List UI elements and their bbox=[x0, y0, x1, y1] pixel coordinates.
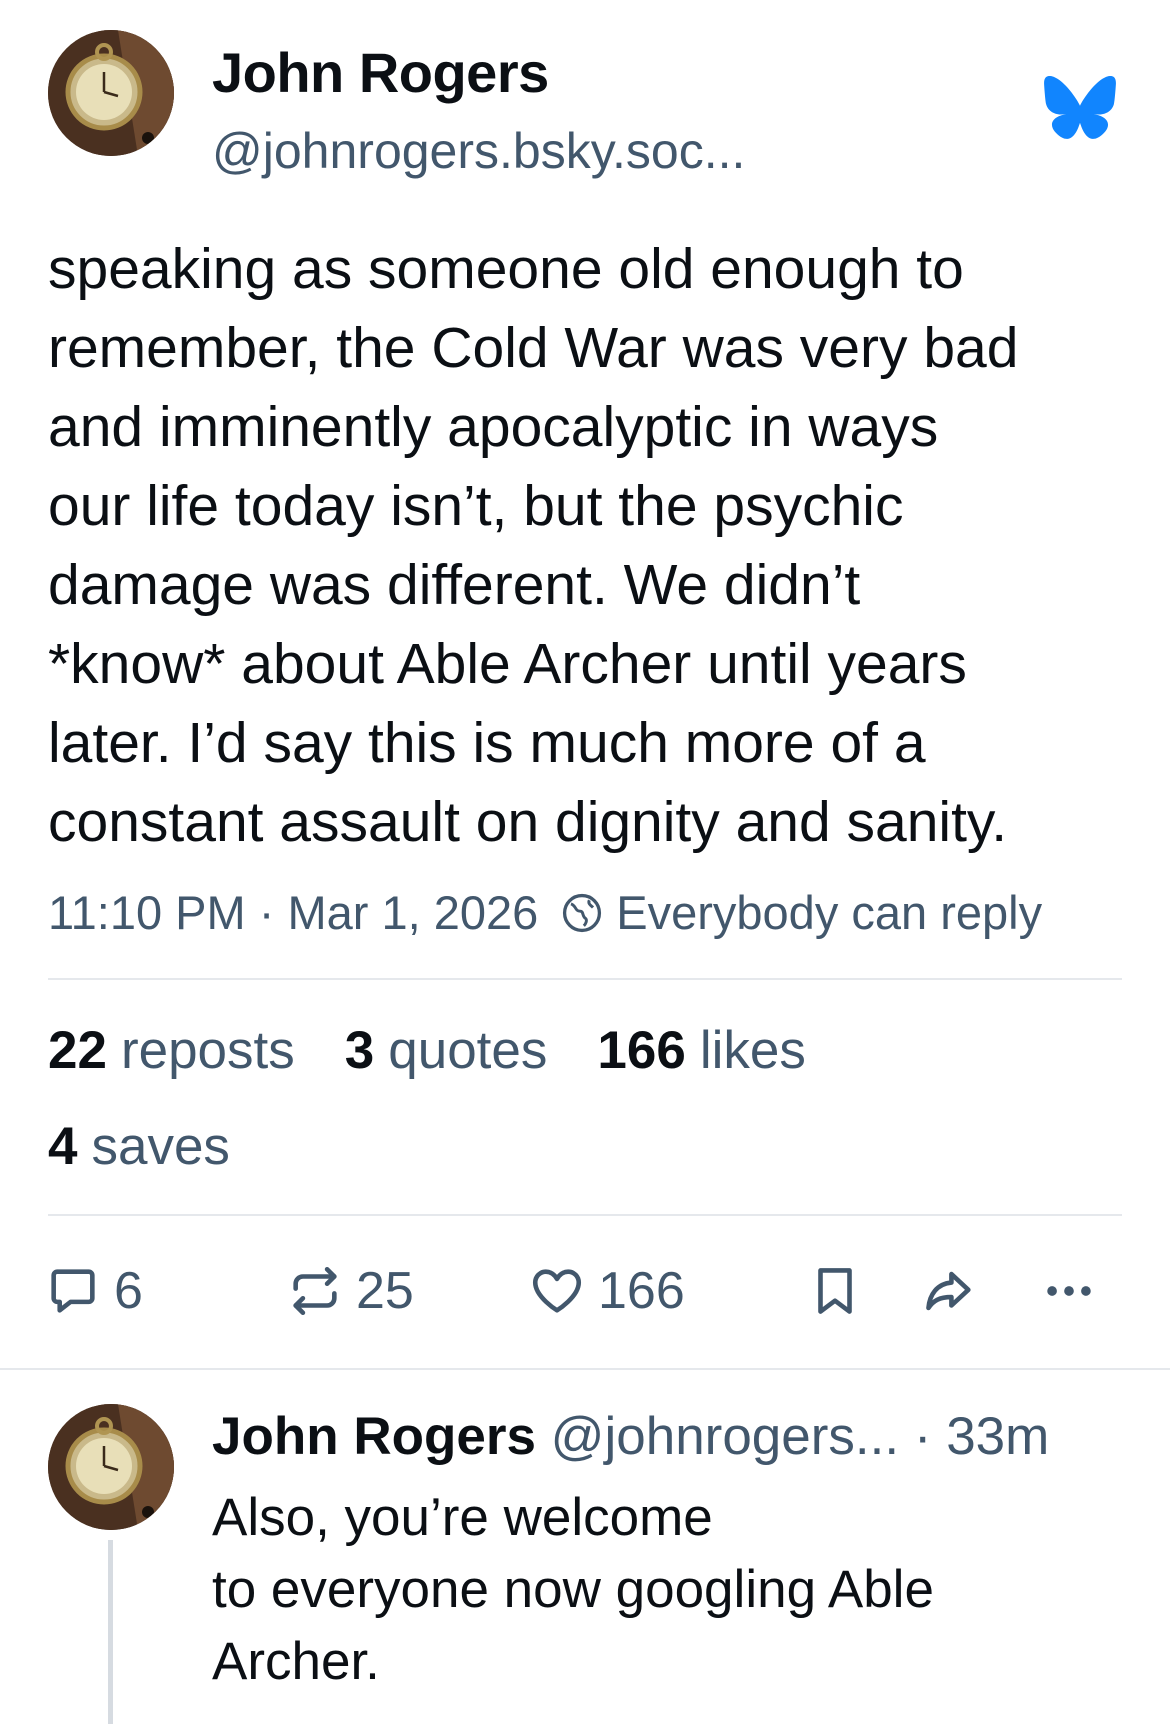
reply-time: · 33m bbox=[899, 1407, 1050, 1466]
post-meta: 11:10 PM · Mar 1, 2026 Everybody can rep… bbox=[48, 885, 1042, 940]
reposts-count: 22 bbox=[48, 1021, 107, 1080]
share-button[interactable] bbox=[920, 1256, 990, 1326]
bookmark-button[interactable] bbox=[806, 1256, 876, 1326]
reply-header: John Rogers @johnrogers... · 33m bbox=[212, 1406, 1049, 1467]
likes-label: likes bbox=[699, 1021, 806, 1080]
like-button[interactable]: 166 bbox=[528, 1256, 685, 1326]
reposts-label: reposts bbox=[120, 1021, 295, 1080]
saves-label: saves bbox=[91, 1117, 230, 1176]
thread-line bbox=[108, 1540, 113, 1724]
likes-count: 166 bbox=[597, 1021, 686, 1080]
post-timestamp[interactable]: 11:10 PM · Mar 1, 2026 bbox=[48, 885, 538, 940]
divider bbox=[48, 978, 1122, 980]
engagement-stats: 22 reposts 3 quotes 166 likes bbox=[48, 1020, 856, 1081]
divider bbox=[48, 1214, 1122, 1216]
reposts-stat[interactable]: 22 reposts bbox=[48, 1020, 295, 1081]
bluesky-butterfly-icon bbox=[1044, 76, 1116, 139]
saves-stat[interactable]: 4 saves bbox=[48, 1116, 230, 1177]
pocket-watch-avatar bbox=[48, 30, 174, 156]
reply-author-avatar[interactable] bbox=[48, 1404, 174, 1530]
reply-author-handle[interactable]: @johnrogers... bbox=[551, 1407, 899, 1466]
reply-setting[interactable]: Everybody can reply bbox=[616, 885, 1042, 940]
engagement-stats-row2: 4 saves bbox=[48, 1116, 280, 1177]
saves-count: 4 bbox=[48, 1117, 78, 1176]
divider bbox=[0, 1368, 1170, 1370]
author-handle[interactable]: @johnrogers.bsky.soc... bbox=[212, 122, 745, 180]
quotes-label: quotes bbox=[388, 1021, 548, 1080]
bookmark-icon bbox=[818, 1268, 852, 1314]
likes-stat[interactable]: 166 likes bbox=[597, 1020, 805, 1081]
heart-icon bbox=[532, 1269, 582, 1313]
share-arrow-icon bbox=[926, 1271, 971, 1311]
repost-count: 25 bbox=[356, 1262, 414, 1320]
quotes-count: 3 bbox=[344, 1021, 375, 1080]
like-count: 166 bbox=[598, 1262, 685, 1320]
reply-bubble-icon bbox=[51, 1269, 95, 1313]
author-name[interactable]: John Rogers bbox=[212, 40, 549, 105]
more-options-button[interactable] bbox=[1040, 1256, 1110, 1326]
reply-author-name[interactable]: John Rogers bbox=[212, 1407, 536, 1466]
post-text: speaking as someone old enough to rememb… bbox=[48, 237, 1019, 854]
reply-count: 6 bbox=[114, 1262, 143, 1320]
reply-button[interactable]: 6 bbox=[44, 1256, 143, 1326]
repost-button[interactable]: 25 bbox=[286, 1256, 414, 1326]
ellipsis-icon bbox=[1047, 1286, 1091, 1296]
quotes-stat[interactable]: 3 quotes bbox=[345, 1020, 548, 1081]
repost-icon bbox=[293, 1266, 337, 1316]
globe-icon bbox=[563, 893, 602, 932]
pocket-watch-avatar bbox=[48, 1404, 174, 1530]
post-actions: 6 25 166 bbox=[44, 1256, 1134, 1326]
author-avatar[interactable] bbox=[48, 30, 174, 156]
reply-text: Also, you’re welcome to everyone now goo… bbox=[212, 1488, 934, 1691]
